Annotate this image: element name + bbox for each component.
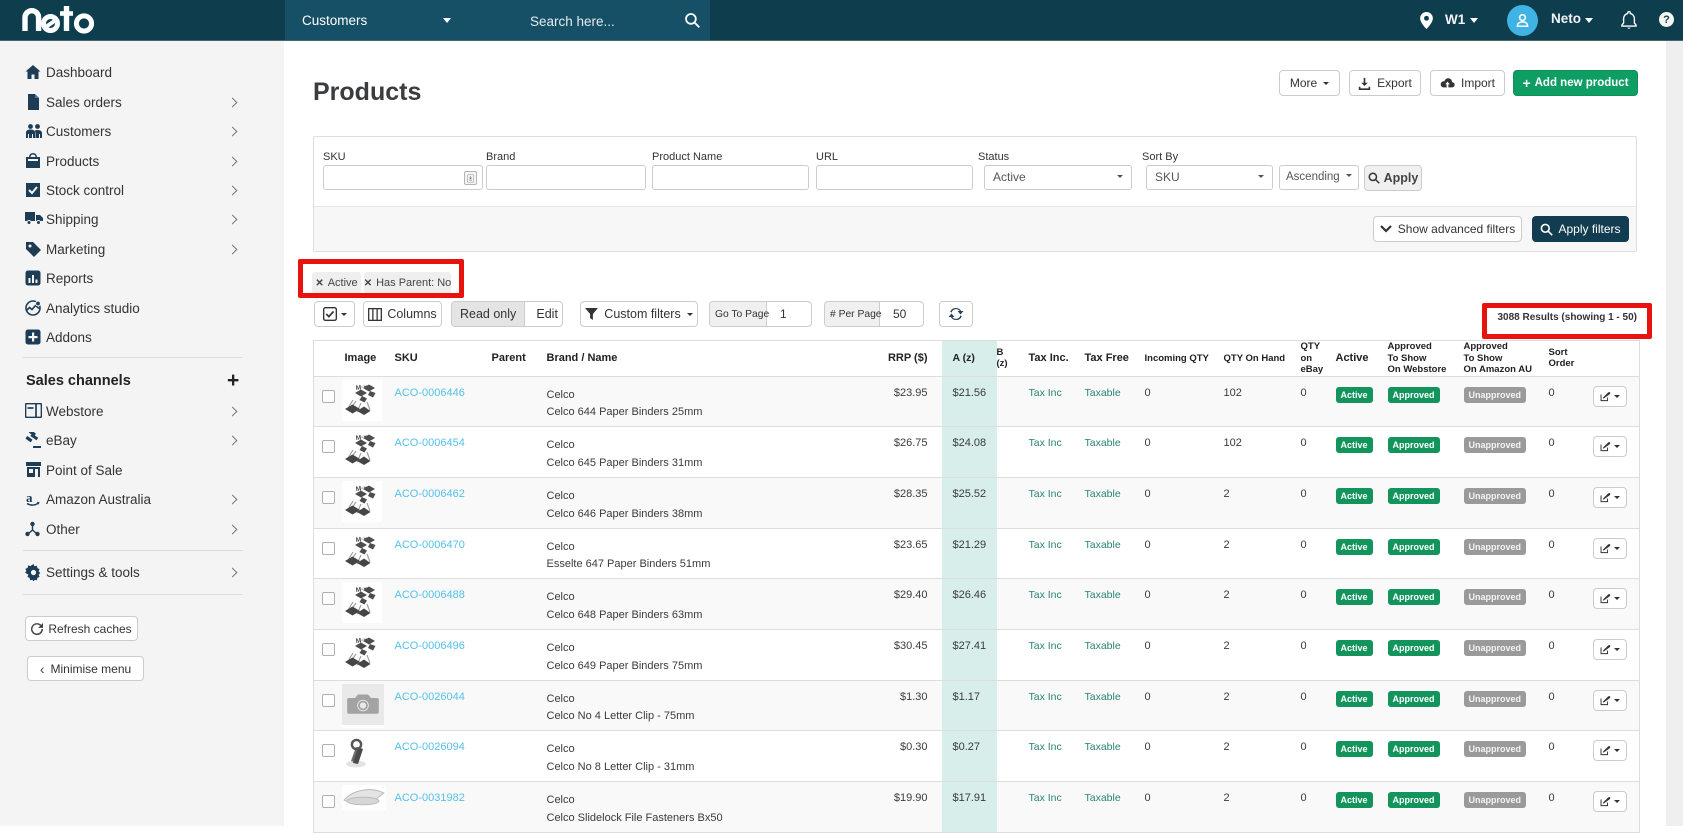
svg-text:a: a (26, 491, 33, 505)
